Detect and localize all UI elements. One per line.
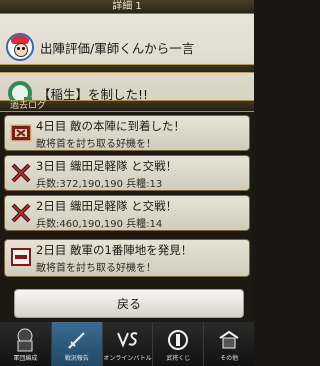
list-item: 2日目 敵軍の1番陣地を発見！ 敵将首を討ち取る好機を！ [4,239,250,277]
log-detail: 兵数:460,190,190 兵糧:14 [36,219,163,230]
tab-online-battle[interactable]: オンラインバトル [101,322,153,366]
vs-icon [116,332,138,348]
bottom-tab-bar: 軍団編成 戦況報告 オンラインバトル 武将くじ その他 [0,322,254,366]
tab-label: 戦況報告 [64,355,89,362]
crossed-swords-icon [11,203,31,223]
log-title: 3日目 織田足軽隊 と交戦！ [36,159,178,173]
list-item: 2日目 織田足軽隊 と交戦！ 兵数:460,190,190 兵糧:14 [4,195,250,231]
tab-label: 武将くじ [166,355,191,362]
page-title: 詳細 1 [0,0,254,14]
tab-lottery[interactable]: 武将くじ [152,322,204,366]
log-title: 2日目 敵軍の1番陣地を発見！ [36,243,193,257]
advisor-avatar-icon [6,33,34,61]
log-list: 4日目 敵の本陣に到着した！ 敵将首を討ち取る好機を！ 3日目 織田足軽隊 と交… [0,112,254,284]
summary-panel: 出陣評価/軍師くんから一言 【稲生】を制した!! [0,14,254,105]
flag-icon [10,124,32,142]
tab-report[interactable]: 戦況報告 [50,322,102,366]
list-item: 4日目 敵の本陣に到着した！ 敵将首を討ち取る好機を！ [4,115,250,151]
tab-label: オンラインバトル [103,355,152,362]
divider [0,64,254,73]
tab-other[interactable]: その他 [203,322,254,366]
advisor-row-label: 出陣評価/軍師くんから一言 [40,40,195,56]
back-area: 戻る [0,284,254,322]
crossed-swords-icon [11,163,31,183]
other-icon [219,330,239,349]
log-title: 2日目 織田足軽隊 と交戦！ [36,199,178,213]
sword-icon [68,332,85,349]
tab-army[interactable]: 軍団編成 [0,322,51,366]
log-detail: 敵将首を討ち取る好機を！ [36,139,156,150]
tab-label: 軍団編成 [13,355,38,362]
log-detail: 敵将首を討ち取る好機を！ [36,263,156,274]
tab-label: その他 [220,355,239,362]
back-button[interactable]: 戻る [14,289,244,318]
advisor-row[interactable]: 出陣評価/軍師くんから一言 [0,30,254,64]
section-label: 過去ログ [0,100,254,112]
armor-icon [17,328,33,352]
log-title: 4日目 敵の本陣に到着した！ [36,119,185,133]
list-item: 3日目 織田足軽隊 と交戦！ 兵数:372,190,190 兵糧:13 [4,155,250,191]
lottery-icon [168,330,189,350]
banner-icon [11,248,31,266]
log-detail: 兵数:372,190,190 兵糧:13 [36,179,163,190]
